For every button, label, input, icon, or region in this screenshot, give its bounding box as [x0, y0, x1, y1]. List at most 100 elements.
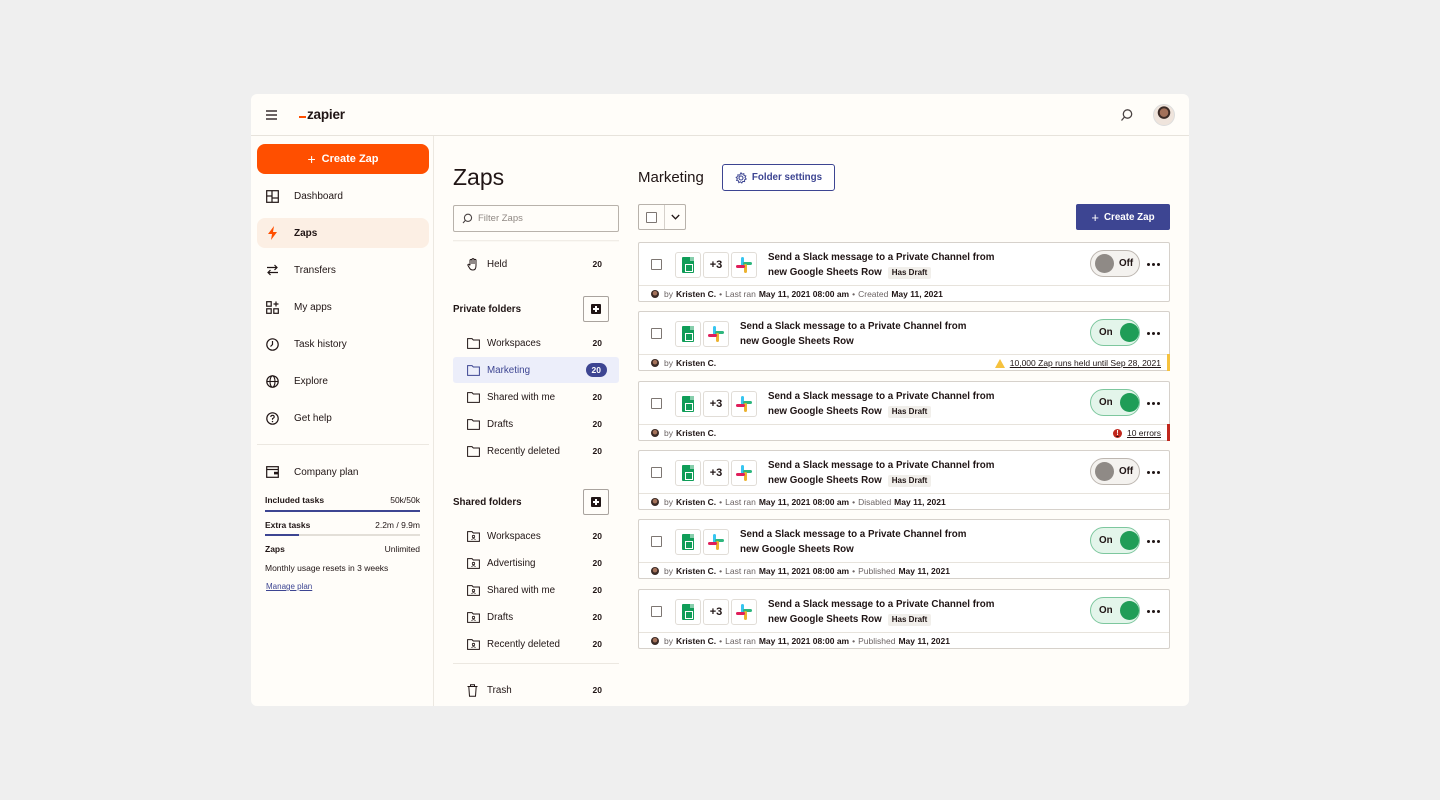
zapier-logo[interactable]: zapier — [299, 107, 345, 122]
has-draft-badge: Has Draft — [887, 475, 932, 487]
more-options-icon[interactable] — [1147, 536, 1161, 546]
sidebar-item-zaps[interactable]: Zaps — [257, 218, 429, 248]
zap-checkbox[interactable] — [651, 536, 662, 547]
toggle-knob — [1095, 254, 1114, 273]
slack-icon — [703, 529, 729, 555]
zap-checkbox[interactable] — [651, 328, 662, 339]
zap-title[interactable]: Send a Slack message to a Private Channe… — [740, 319, 980, 349]
help-icon — [264, 410, 280, 426]
author-avatar — [651, 498, 659, 506]
more-options-icon[interactable] — [1147, 467, 1161, 477]
folder-icon — [467, 337, 481, 349]
folder-title: Marketing — [638, 169, 704, 186]
private-folder-workspaces[interactable]: Workspaces 20 — [453, 330, 619, 356]
more-apps-count: +3 — [703, 460, 729, 486]
sidebar-item-transfers[interactable]: Transfers — [257, 255, 429, 285]
private-folder-recently-deleted[interactable]: Recently deleted 20 — [453, 438, 619, 464]
user-avatar[interactable] — [1153, 104, 1175, 126]
add-shared-folder-button[interactable] — [583, 489, 609, 515]
private-folder-drafts[interactable]: Drafts 20 — [453, 411, 619, 437]
private-folder-shared-with-me[interactable]: Shared with me 20 — [453, 384, 619, 410]
zap-title[interactable]: Send a Slack message to a Private Channe… — [768, 389, 1008, 419]
zap-title[interactable]: Send a Slack message to a Private Channe… — [768, 458, 1008, 488]
shared-folder-workspaces[interactable]: Workspaces 20 — [453, 523, 619, 549]
zap-toggle[interactable]: On — [1090, 389, 1140, 416]
add-folder-icon — [591, 497, 601, 507]
zap-toggle[interactable]: Off — [1090, 458, 1140, 485]
zap-checkbox[interactable] — [651, 259, 662, 270]
add-private-folder-button[interactable] — [583, 296, 609, 322]
more-options-icon[interactable] — [1147, 398, 1161, 408]
filter-zaps-input[interactable] — [478, 213, 608, 224]
zap-checkbox[interactable] — [651, 606, 662, 617]
select-all-checkbox[interactable] — [639, 205, 665, 229]
folder-count: 20 — [592, 419, 602, 429]
create-zap-button[interactable]: + Create Zap — [1076, 204, 1170, 230]
zap-title[interactable]: Send a Slack message to a Private Channe… — [740, 527, 980, 557]
sidebar-item-task-history[interactable]: Task history — [257, 329, 429, 359]
private-folder-marketing[interactable]: Marketing 20 — [453, 357, 619, 383]
sidebar-item-my-apps[interactable]: My apps — [257, 292, 429, 322]
toggle-knob — [1119, 323, 1139, 342]
shared-folder-drafts[interactable]: Drafts 20 — [453, 604, 619, 630]
plus-icon: + — [1091, 209, 1099, 225]
zap-toggle[interactable]: Off — [1090, 250, 1140, 277]
wallet-icon — [264, 464, 280, 480]
folder-trash[interactable]: Trash 20 — [453, 677, 619, 703]
folder-icon — [467, 364, 481, 376]
filter-divider — [453, 240, 619, 242]
zap-row[interactable]: +3 Send a Slack message to a Private Cha… — [638, 450, 1170, 510]
more-options-icon[interactable] — [1147, 259, 1161, 269]
zap-checkbox[interactable] — [651, 398, 662, 409]
zap-toggle[interactable]: On — [1090, 527, 1140, 554]
zap-app-icons: +3 — [675, 460, 757, 486]
search-icon[interactable] — [1120, 108, 1134, 122]
dashboard-icon — [264, 188, 280, 204]
zap-row[interactable]: +3 Send a Slack message to a Private Cha… — [638, 242, 1170, 302]
sidebar-item-get-help[interactable]: Get help — [257, 403, 429, 433]
has-draft-badge: Has Draft — [887, 614, 932, 626]
checkbox[interactable] — [646, 211, 657, 223]
top-bar: zapier — [251, 94, 1189, 136]
more-options-icon[interactable] — [1147, 606, 1161, 616]
zap-checkbox[interactable] — [651, 467, 662, 478]
folder-icon — [467, 418, 481, 430]
held-runs-link[interactable]: 10,000 Zap runs held until Sep 28, 2021 — [994, 355, 1161, 371]
sidebar-item-dashboard[interactable]: Dashboard — [257, 181, 429, 211]
toggle-knob — [1119, 531, 1139, 550]
zap-row[interactable]: Send a Slack message to a Private Channe… — [638, 519, 1170, 579]
company-plan: Company plan — [257, 457, 429, 487]
google-sheets-icon — [675, 529, 701, 555]
zap-row[interactable]: Send a Slack message to a Private Channe… — [638, 311, 1170, 371]
filter-zaps-field[interactable] — [453, 205, 619, 232]
zap-row[interactable]: +3 Send a Slack message to a Private Cha… — [638, 589, 1170, 649]
manage-plan-link[interactable]: Manage plan — [266, 582, 312, 591]
select-options-dropdown[interactable] — [665, 205, 685, 229]
zap-app-icons: +3 — [675, 599, 757, 625]
sidebar: + Create Zap Dashboard Zaps Transfers My … — [251, 136, 434, 706]
zaps-limit-row: Zaps Unlimited — [265, 544, 420, 554]
google-sheets-icon — [675, 252, 701, 278]
select-all-control — [638, 204, 686, 230]
zap-title[interactable]: Send a Slack message to a Private Channe… — [768, 250, 1008, 280]
folder-held[interactable]: Held 20 — [453, 251, 619, 277]
private-folders-header: Private folders — [453, 296, 609, 322]
shared-folder-advertising[interactable]: Advertising 20 — [453, 550, 619, 576]
zap-meta: by Kristen C. • Last ran May 11, 2021 08:00… — [639, 493, 1169, 510]
errors-link[interactable]: ! 10 errors — [1112, 425, 1161, 441]
shared-folder-recently-deleted[interactable]: Recently deleted 20 — [453, 631, 619, 657]
zap-meta: by Kristen C. 10,000 Zap runs held until … — [639, 354, 1169, 371]
included-tasks-row: Included tasks 50k/50k — [265, 495, 420, 505]
zap-title[interactable]: Send a Slack message to a Private Channe… — [768, 597, 1008, 627]
more-options-icon[interactable] — [1147, 328, 1161, 338]
menu-icon[interactable] — [266, 110, 277, 120]
create-zap-button[interactable]: + Create Zap — [257, 144, 429, 174]
zap-row[interactable]: +3 Send a Slack message to a Private Cha… — [638, 381, 1170, 441]
sidebar-item-explore[interactable]: Explore — [257, 366, 429, 396]
shared-folder-shared-with-me[interactable]: Shared with me 20 — [453, 577, 619, 603]
folder-count: 20 — [592, 338, 602, 348]
toggle-knob — [1119, 393, 1139, 412]
zap-toggle[interactable]: On — [1090, 319, 1140, 346]
folder-settings-button[interactable]: Folder settings — [722, 164, 835, 191]
zap-toggle[interactable]: On — [1090, 597, 1140, 624]
